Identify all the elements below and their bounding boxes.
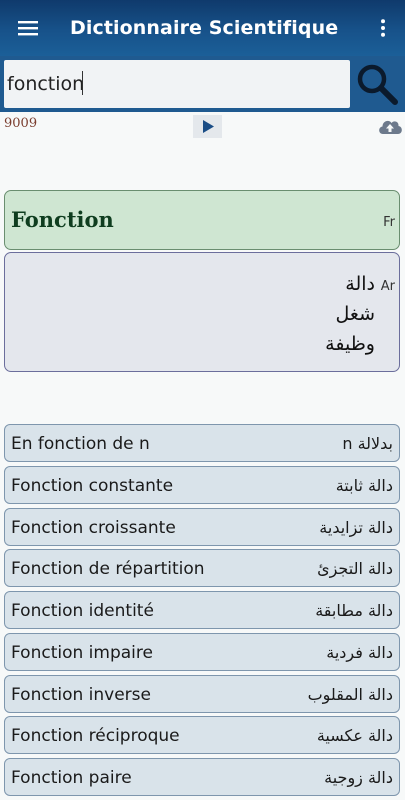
list-item[interactable]: Fonction impaire دالة فردية xyxy=(4,632,400,671)
arabic-translation: دالة xyxy=(345,273,375,295)
word-count: 9009 xyxy=(4,116,38,131)
term-french: En fonction de n xyxy=(11,434,150,454)
pronounce-button[interactable] xyxy=(193,115,222,138)
term-arabic: دالة المقلوب xyxy=(307,684,393,704)
arabic-translation: وظيفة xyxy=(325,333,375,355)
list-item[interactable]: En fonction de n بدلالة n xyxy=(4,424,400,462)
term-french: Fonction croissante xyxy=(11,517,176,538)
term-french: Fonction inverse xyxy=(11,684,151,705)
list-item[interactable]: Fonction paire دالة زوجية xyxy=(4,758,400,796)
term-french: Fonction impaire xyxy=(11,642,153,663)
term-arabic: دالة عكسية xyxy=(316,726,393,746)
term-arabic: دالة زوجية xyxy=(324,768,393,787)
more-vert-icon xyxy=(381,19,385,37)
arabic-translation-card: Ar دالة شغل وظيفة xyxy=(4,252,400,372)
term-arabic: دالة ثابتة xyxy=(335,475,393,495)
language-tag-fr: Fr xyxy=(383,215,395,230)
term-arabic: دالة فردية xyxy=(326,642,393,662)
term-arabic: دالة تزايدية xyxy=(319,517,393,537)
menu-button[interactable] xyxy=(0,0,56,56)
term-arabic: دالة التجزئ xyxy=(317,559,393,579)
term-french: Fonction réciproque xyxy=(11,726,180,747)
list-item[interactable]: Fonction de répartition دالة التجزئ xyxy=(4,549,400,588)
french-word-card: Fonction Fr xyxy=(4,190,400,250)
list-item[interactable]: Fonction constante دالة ثابتة xyxy=(4,465,400,504)
term-french: Fonction de répartition xyxy=(11,559,205,580)
term-french: Fonction constante xyxy=(11,475,174,496)
list-item[interactable]: Fonction inverse دالة المقلوب xyxy=(4,674,400,713)
term-french: Fonction identité xyxy=(11,601,154,621)
result-panel: 9009 Fonction Fr Ar دالة شغل وظيفة En fo… xyxy=(0,112,405,800)
list-item[interactable]: Fonction réciproque دالة عكسية xyxy=(4,716,400,755)
search-input[interactable] xyxy=(4,60,350,108)
arabic-translations: دالة شغل وظيفة xyxy=(325,269,375,359)
language-tag-ar: Ar xyxy=(380,279,395,294)
term-arabic: بدلالة n xyxy=(342,434,393,453)
app-title: Dictionnaire Scientifique xyxy=(70,17,339,39)
hamburger-menu-icon xyxy=(18,21,38,36)
list-item[interactable]: Fonction identité دالة مطابقة xyxy=(4,591,400,629)
term-arabic: دالة مطابقة xyxy=(315,601,393,620)
cloud-upload-icon xyxy=(379,120,402,134)
search-button[interactable] xyxy=(352,56,402,112)
term-french: Fonction paire xyxy=(11,768,132,788)
arabic-translation: شغل xyxy=(335,303,375,325)
app-bar: Dictionnaire Scientifique xyxy=(0,0,405,56)
play-icon xyxy=(202,120,214,133)
cloud-upload-button[interactable] xyxy=(377,116,403,136)
search-icon xyxy=(357,64,398,105)
list-item[interactable]: Fonction croissante دالة تزايدية xyxy=(4,507,400,546)
related-terms-list: En fonction de n بدلالة n Fonction const… xyxy=(4,424,400,800)
overflow-menu-button[interactable] xyxy=(361,0,405,56)
text-caret xyxy=(82,71,83,95)
french-word: Fonction xyxy=(11,207,114,232)
search-bar xyxy=(0,56,405,112)
